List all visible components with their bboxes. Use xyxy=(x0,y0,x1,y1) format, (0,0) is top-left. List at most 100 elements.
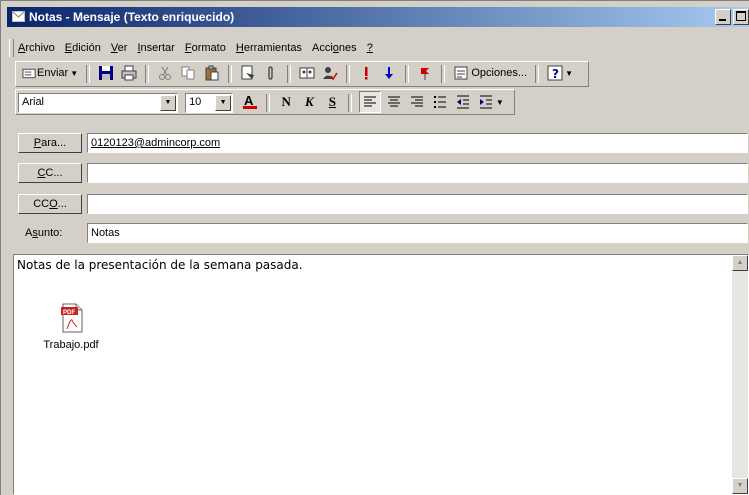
check-names-icon xyxy=(322,67,338,81)
toolbar-overflow-icon[interactable]: ▼ xyxy=(496,98,504,107)
bcc-button[interactable]: CCO... xyxy=(18,194,82,214)
vertical-scrollbar[interactable]: ▲ ▼ xyxy=(732,255,748,494)
increase-indent-icon xyxy=(479,95,492,109)
help-icon: ? xyxy=(547,65,563,81)
to-value: 0120123@admincorp.com xyxy=(91,137,221,149)
scroll-up-button[interactable]: ▲ xyxy=(732,255,748,271)
toolbar-separator xyxy=(345,64,350,83)
increase-indent-button[interactable]: ▼ xyxy=(476,92,506,112)
low-importance-button[interactable] xyxy=(379,63,399,83)
decrease-indent-icon xyxy=(456,95,469,109)
attach-button[interactable] xyxy=(261,63,281,83)
align-right-icon xyxy=(410,96,423,107)
copy-icon xyxy=(181,66,195,80)
toolbar-separator xyxy=(227,64,232,83)
low-importance-icon xyxy=(385,67,394,80)
copy-button[interactable] xyxy=(178,63,198,83)
paste-icon xyxy=(205,65,219,81)
bullets-button[interactable] xyxy=(430,92,450,112)
pdf-file-icon: PDF xyxy=(61,303,83,333)
message-window: Notas - Mensaje (Texto enriquecido) Arch… xyxy=(0,0,749,495)
bcc-field[interactable] xyxy=(87,194,748,214)
italic-button[interactable]: K xyxy=(299,92,319,112)
minimize-icon xyxy=(719,19,726,21)
subject-value: Notas xyxy=(91,227,120,239)
bold-button[interactable]: N xyxy=(276,92,296,112)
align-center-button[interactable] xyxy=(384,92,404,112)
cut-button[interactable] xyxy=(155,63,175,83)
subject-label: Asunto: xyxy=(25,227,63,239)
scroll-down-button[interactable]: ▼ xyxy=(732,478,748,494)
minimize-button[interactable] xyxy=(715,9,731,25)
font-name-combo[interactable]: Arial ▼ xyxy=(18,92,178,113)
attach-icon xyxy=(268,66,273,80)
high-importance-button[interactable] xyxy=(356,63,376,83)
body-text: Notas de la presentación de la semana pa… xyxy=(17,258,303,272)
insert-file-button[interactable] xyxy=(238,63,258,83)
maximize-icon xyxy=(736,11,746,21)
svg-text:A: A xyxy=(244,94,254,108)
underline-button[interactable]: S xyxy=(322,92,342,112)
font-color-icon: A xyxy=(243,94,258,110)
font-size-combo[interactable]: 10 ▼ xyxy=(185,92,234,113)
help-dropdown-icon[interactable]: ▼ xyxy=(565,69,573,78)
attachment-name: Trabajo.pdf xyxy=(43,339,99,351)
to-button[interactable]: Para... xyxy=(18,133,82,153)
decrease-indent-button[interactable] xyxy=(453,92,473,112)
flag-icon xyxy=(421,68,430,81)
menu-insertar[interactable]: Insertar xyxy=(134,39,177,57)
insert-file-icon xyxy=(241,65,254,80)
message-body[interactable]: Notas de la presentación de la semana pa… xyxy=(13,254,749,495)
address-book-icon xyxy=(299,67,315,79)
maximize-button[interactable] xyxy=(733,9,749,25)
menu-formato[interactable]: Formato xyxy=(182,39,229,57)
bold-label: N xyxy=(281,94,291,109)
address-book-button[interactable] xyxy=(297,63,317,83)
send-icon xyxy=(22,68,36,79)
menu-archivo[interactable]: Archivo xyxy=(15,39,58,57)
flag-button[interactable] xyxy=(415,63,435,83)
menu-acciones[interactable]: Acciones xyxy=(309,39,360,57)
options-button[interactable]: Opciones... xyxy=(451,63,529,83)
cut-icon xyxy=(159,66,172,81)
toolbar-separator xyxy=(405,64,410,83)
cc-button[interactable]: CC... xyxy=(18,163,82,183)
menu-edicion[interactable]: Edición xyxy=(62,39,104,57)
to-field[interactable]: 0120123@admincorp.com xyxy=(87,133,748,153)
window-controls xyxy=(713,9,749,25)
align-right-button[interactable] xyxy=(407,92,427,112)
toolbar-separator xyxy=(535,64,540,83)
help-button[interactable]: ? ▼ xyxy=(545,63,575,83)
toolbar-separator xyxy=(145,64,150,83)
font-color-button[interactable]: A xyxy=(240,92,260,112)
toolbar-separator xyxy=(348,93,353,112)
menu-bar: Archivo Edición Ver Insertar Formato Her… xyxy=(9,39,377,57)
print-button[interactable] xyxy=(119,63,139,83)
attachment[interactable]: PDF Trabajo.pdf xyxy=(36,303,106,351)
formatting-toolbar: Arial ▼ 10 ▼ A N K S ▼ xyxy=(15,89,515,115)
menu-help[interactable]: ? xyxy=(364,39,376,57)
pdf-badge: PDF xyxy=(63,310,75,316)
cc-field[interactable] xyxy=(87,163,748,183)
font-size-value: 10 xyxy=(189,95,202,108)
envelope-icon xyxy=(12,11,25,22)
font-name-dropdown-icon[interactable]: ▼ xyxy=(160,94,176,111)
align-left-button[interactable] xyxy=(358,91,381,113)
menu-ver[interactable]: Ver xyxy=(108,39,131,57)
check-names-button[interactable] xyxy=(320,63,340,83)
paste-button[interactable] xyxy=(202,63,222,83)
save-button[interactable] xyxy=(96,63,116,83)
toolbar-separator xyxy=(441,64,446,83)
title-bar: Notas - Mensaje (Texto enriquecido) xyxy=(7,7,749,27)
send-button[interactable]: Enviar ▼ xyxy=(20,63,80,83)
font-name-value: Arial xyxy=(22,95,45,108)
font-size-dropdown-icon[interactable]: ▼ xyxy=(215,94,232,111)
menu-grip[interactable] xyxy=(9,39,14,57)
options-label: Opciones... xyxy=(471,67,527,79)
subject-field[interactable]: Notas xyxy=(87,223,748,243)
send-dropdown-icon[interactable]: ▼ xyxy=(70,69,78,78)
underline-label: S xyxy=(328,94,336,109)
menu-herramientas[interactable]: Herramientas xyxy=(233,39,305,57)
italic-label: K xyxy=(304,94,314,109)
high-importance-icon xyxy=(365,67,368,80)
